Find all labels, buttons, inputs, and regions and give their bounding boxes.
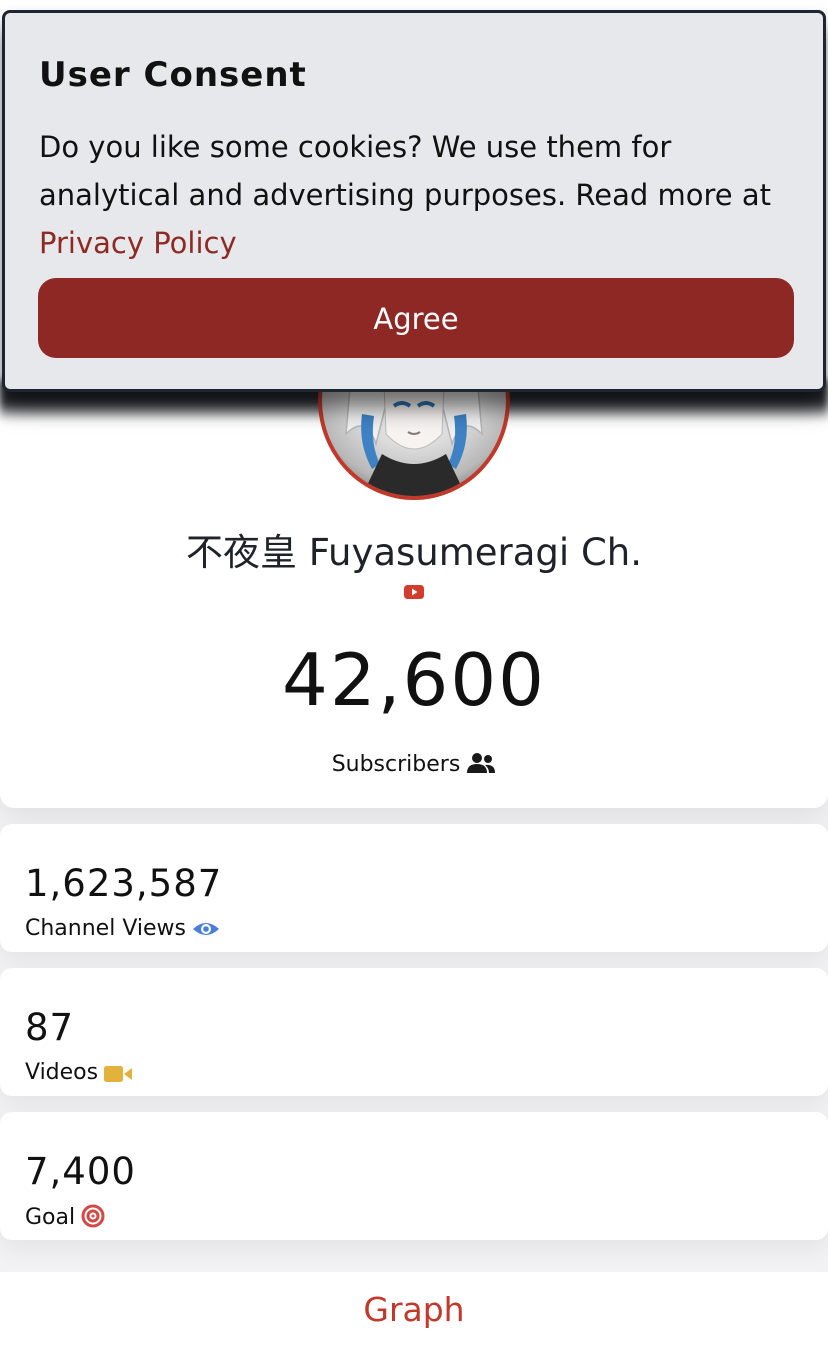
video-camera-icon [104,1066,133,1082]
youtube-icon[interactable] [404,585,424,599]
videos-label: Videos [25,1060,99,1085]
agree-button[interactable]: Agree [38,278,794,358]
consent-title: User Consent [39,55,307,95]
subscriber-label: Subscribers [331,752,461,777]
goal-label-row: Goal [25,1204,105,1230]
videos-value: 87 [25,1006,75,1049]
subscriber-label-row: Subscribers [0,752,828,777]
stat-card-videos: 87 Videos [0,968,828,1096]
channel-name: 不夜皇 Fuyasumeragi Ch. [185,531,643,574]
users-icon [467,753,496,773]
goal-value: 7,400 [25,1150,136,1193]
stat-card-goal: 7,400 Goal [0,1112,828,1240]
channel-views-value: 1,623,587 [25,862,223,905]
graph-section: Graph [0,1272,828,1367]
channel-views-label: Channel Views [25,916,186,941]
stat-card-channel-views: 1,623,587 Channel Views [0,824,828,952]
page: 不夜皇 Fuyasumeragi Ch. 42,600 Subscribers … [0,0,828,1367]
consent-text: Do you like some cookies? We use them fo… [39,130,771,212]
graph-tab[interactable]: Graph [0,1290,828,1329]
consent-message: Do you like some cookies? We use them fo… [39,123,799,267]
eye-icon [192,923,219,935]
videos-label-row: Videos [25,1060,133,1085]
consent-dialog: User Consent Do you like some cookies? W… [2,10,826,392]
target-icon [81,1204,105,1228]
subscriber-count: 42,600 [282,638,546,722]
goal-label: Goal [25,1205,76,1230]
privacy-policy-link[interactable]: Privacy Policy [39,226,237,260]
channel-views-label-row: Channel Views [25,916,220,941]
